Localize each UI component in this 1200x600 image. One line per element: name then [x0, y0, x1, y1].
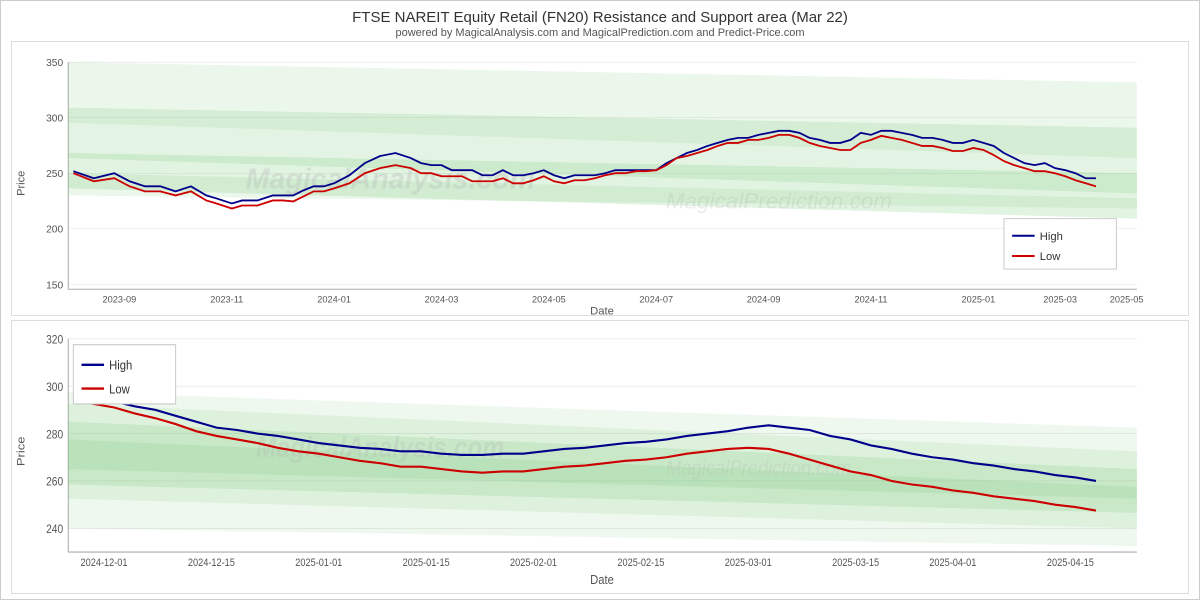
charts-area: 350 300 250 200 150 Price 2023-09 2023-1…: [1, 41, 1199, 599]
svg-text:2025-01-01: 2025-01-01: [295, 557, 342, 569]
svg-text:MagicalPrediction.com: MagicalPrediction.com: [666, 456, 851, 480]
top-chart: 350 300 250 200 150 Price 2023-09 2023-1…: [11, 41, 1189, 316]
svg-text:2025-04-01: 2025-04-01: [929, 557, 976, 569]
svg-text:2025-03: 2025-03: [1043, 294, 1077, 304]
svg-text:250: 250: [46, 169, 63, 180]
svg-text:2024-11: 2024-11: [854, 294, 887, 304]
svg-text:300: 300: [46, 381, 63, 394]
svg-text:2025-01-15: 2025-01-15: [403, 557, 450, 569]
svg-text:240: 240: [46, 523, 63, 536]
subtitle: powered by MagicalAnalysis.com and Magic…: [1, 27, 1199, 39]
svg-text:2023-09: 2023-09: [103, 294, 137, 304]
svg-text:350: 350: [46, 58, 63, 69]
svg-text:2024-07: 2024-07: [639, 294, 673, 304]
svg-text:Price: Price: [15, 171, 27, 196]
bottom-chart-svg: 320 300 280 260 240 Price 2024-12-01 202…: [12, 321, 1188, 594]
top-chart-svg: 350 300 250 200 150 Price 2023-09 2023-1…: [12, 42, 1188, 315]
svg-text:Low: Low: [1040, 251, 1062, 263]
svg-text:Low: Low: [109, 381, 130, 396]
svg-text:2024-12-15: 2024-12-15: [188, 557, 235, 569]
svg-text:Date: Date: [590, 306, 614, 315]
svg-text:2024-12-01: 2024-12-01: [81, 557, 128, 569]
svg-text:2024-01: 2024-01: [317, 294, 351, 304]
svg-text:2025-05: 2025-05: [1110, 294, 1144, 304]
svg-text:2025-01: 2025-01: [962, 294, 996, 304]
svg-text:2024-05: 2024-05: [532, 294, 566, 304]
svg-text:2025-04-15: 2025-04-15: [1047, 557, 1094, 569]
svg-text:2025-03-01: 2025-03-01: [725, 557, 772, 569]
svg-text:150: 150: [46, 280, 63, 291]
svg-text:2025-02-01: 2025-02-01: [510, 557, 557, 569]
svg-text:300: 300: [46, 114, 63, 125]
svg-text:MagicalAnalysis.com: MagicalAnalysis.com: [246, 164, 536, 196]
page-container: FTSE NAREIT Equity Retail (FN20) Resista…: [0, 0, 1200, 600]
chart-header: FTSE NAREIT Equity Retail (FN20) Resista…: [1, 1, 1199, 41]
svg-text:2024-09: 2024-09: [747, 294, 781, 304]
svg-text:2023-11: 2023-11: [210, 294, 243, 304]
svg-text:High: High: [109, 357, 132, 372]
svg-text:2024-03: 2024-03: [425, 294, 459, 304]
svg-text:High: High: [1040, 231, 1063, 243]
svg-text:MagicalAnalysis.com: MagicalAnalysis.com: [256, 431, 504, 463]
svg-text:320: 320: [46, 333, 63, 346]
svg-text:2025-03-15: 2025-03-15: [832, 557, 879, 569]
bottom-chart: 320 300 280 260 240 Price 2024-12-01 202…: [11, 320, 1189, 595]
main-title: FTSE NAREIT Equity Retail (FN20) Resista…: [1, 9, 1199, 26]
svg-text:2025-02-15: 2025-02-15: [617, 557, 664, 569]
svg-text:260: 260: [46, 476, 63, 489]
svg-text:MagicalPrediction.com: MagicalPrediction.com: [666, 189, 892, 214]
svg-text:200: 200: [46, 225, 63, 236]
svg-text:Date: Date: [590, 572, 614, 587]
svg-text:280: 280: [46, 428, 63, 441]
svg-text:Price: Price: [14, 436, 27, 466]
